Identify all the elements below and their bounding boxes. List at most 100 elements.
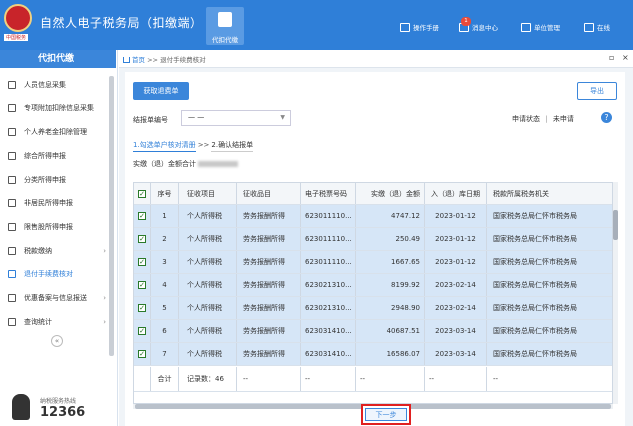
row-no: 1 [151,205,179,227]
withholding-icon [218,12,232,27]
table-vertical-scrollbar[interactable] [613,182,618,404]
manual-link[interactable]: 操作手册 [400,22,439,32]
unit-label: 单位管理 [534,24,560,32]
row-checkbox[interactable]: ✓ [138,304,146,312]
row-subitem: 劳务报酬所得 [237,343,301,365]
row-amount: 1667.65 [356,251,425,273]
refund-check-panel: 获取退费单 导出 结报单编号 一 一 ▼ 申请状态 | 未申请 ? 1.勾选单户… [125,72,625,426]
next-step-label: 下一步 [365,408,407,421]
row-amount: 4747.12 [356,205,425,227]
row-date: 2023-03-14 [425,320,487,342]
table-row[interactable]: ✓ 2 个人所得税 劳务报酬所得 623011110... 250.49 202… [134,228,612,251]
sidebar-item-special-deduction[interactable]: 专项附加扣除信息采集 [0,97,108,119]
fetch-refund-button[interactable]: 获取退费单 [133,82,189,100]
col-header: 序号 [151,183,179,204]
scroll-thumb[interactable] [613,210,618,240]
row-item: 个人所得税 [179,343,237,365]
refund-table: ✓ 序号 征收项目 征收品目 电子税票号码 实缴（退）金额 入（退）库日期 税款… [133,182,613,404]
export-button[interactable]: 导出 [577,82,617,100]
sidebar-item-classified[interactable]: 分类所得申报 [0,169,108,191]
footer-dash: -- [425,367,487,391]
breadcrumb: 首页 >> 退付手续费核对 [123,54,206,64]
sidebar-item-label: 非居民所得申报 [24,199,73,207]
sidebar-item-person-info[interactable]: 人员信息采集 [0,74,108,96]
row-amount: 8199.92 [356,274,425,296]
chevron-right-icon: › [103,294,106,302]
row-no: 2 [151,228,179,250]
sidebar-item-preferential[interactable]: 优惠备案与信息报送 › [0,287,108,309]
row-amount: 40687.51 [356,320,425,342]
col-header: 税款所属税务机关 [493,189,549,198]
row-subitem: 劳务报酬所得 [237,297,301,319]
tab-withholding[interactable]: 代扣代缴 [206,7,244,45]
select-all-checkbox[interactable]: ✓ [138,189,146,198]
table-row[interactable]: ✓ 1 个人所得税 劳务报酬所得 623011110... 4747.12 20… [134,205,612,228]
app-header: 中国税务 自然人电子税务局（扣缴端） 代扣代缴 操作手册 消息中心 1 单位管理… [0,0,633,50]
row-checkbox[interactable]: ✓ [138,281,146,289]
row-subitem: 劳务报酬所得 [237,228,301,250]
row-checkbox[interactable]: ✓ [138,258,146,266]
online-status-link[interactable]: 在线 [584,22,610,32]
row-date: 2023-01-12 [425,205,487,227]
row-checkbox[interactable]: ✓ [138,235,146,243]
report-icon [8,294,16,302]
table-row[interactable]: ✓ 7 个人所得税 劳务报酬所得 623031410... 16586.07 2… [134,343,612,366]
unit-management-link[interactable]: 单位管理 [521,22,560,32]
sidebar-item-label: 限售股所得申报 [24,223,73,231]
row-item: 个人所得税 [179,228,237,250]
settlement-number-select[interactable]: 一 一 ▼ [181,110,291,126]
customer-service-icon [12,394,30,420]
sidebar-item-label: 专项附加扣除信息采集 [24,104,94,112]
help-icon[interactable]: ? [601,112,612,123]
sidebar-item-restricted-stock[interactable]: 限售股所得申报 [0,216,108,238]
row-subitem: 劳务报酬所得 [237,205,301,227]
total-amount-label: 实缴（退）金额合计 [133,160,196,168]
table-footer: 合计 记录数：46 -- -- -- -- -- [134,367,612,392]
sidebar-item-query[interactable]: 查询统计 › [0,311,108,333]
settlement-number-value: 一 一 [188,114,205,122]
row-date: 2023-02-14 [425,274,487,296]
collapse-sidebar-button[interactable]: « [51,335,63,347]
row-checkbox[interactable]: ✓ [138,350,146,358]
restore-icon[interactable]: ▫ [609,53,614,62]
row-checkbox[interactable]: ✓ [138,327,146,335]
row-item: 个人所得税 [179,297,237,319]
table-row[interactable]: ✓ 4 个人所得税 劳务报酬所得 623021310... 8199.92 20… [134,274,612,297]
sidebar-item-nonresident[interactable]: 非居民所得申报 [0,192,108,214]
sidebar-item-label: 人员信息采集 [24,81,66,89]
row-date: 2023-01-12 [425,251,487,273]
sidebar-item-tax-payment[interactable]: 税款缴纳 › [0,240,108,262]
redacted-amount [198,161,238,167]
table-row[interactable]: ✓ 5 个人所得税 劳务报酬所得 623021310... 2948.90 20… [134,297,612,320]
breadcrumb-separator: >> [147,56,158,64]
row-checkbox[interactable]: ✓ [138,212,146,220]
close-icon[interactable]: × [622,53,629,62]
sidebar-item-label: 税款缴纳 [24,247,52,255]
home-icon [123,57,130,63]
row-item: 个人所得税 [179,320,237,342]
sidebar-item-comprehensive[interactable]: 综合所得申报 [0,145,108,167]
table-row[interactable]: ✓ 6 个人所得税 劳务报酬所得 623031410... 40687.51 2… [134,320,612,343]
row-no: 6 [151,320,179,342]
stack-icon [8,152,16,160]
step-2[interactable]: 2.确认结报单 [211,141,254,152]
sidebar-item-refund-check[interactable]: 退付手续费核对 [0,263,108,285]
select-all-cell[interactable]: ✓ [134,183,151,204]
next-step-button[interactable]: 下一步 [361,404,411,425]
breadcrumb-home[interactable]: 首页 [132,56,145,64]
footer-dash: -- [237,367,301,391]
col-header: 征收品目 [237,183,301,204]
footer-dash: -- [356,367,425,391]
breadcrumb-bar: 首页 >> 退付手续费核对 ▫ × [119,50,633,68]
sidebar-scrollbar[interactable] [109,76,114,356]
step-separator: >> [197,141,210,149]
sidebar-item-pension[interactable]: 个人养老金扣除管理 [0,121,108,143]
hotline-number: 12366 [40,405,86,420]
person-icon [8,81,16,89]
step-1[interactable]: 1.勾选单户核对清册 [133,141,196,152]
row-office: 国家税务总局仁怀市税务局 [493,350,577,358]
table-row[interactable]: ✓ 3 个人所得税 劳务报酬所得 623011110... 1667.65 20… [134,251,612,274]
footer-dash: -- [493,375,499,383]
row-no: 4 [151,274,179,296]
row-ticket: 623031410... [301,320,356,342]
